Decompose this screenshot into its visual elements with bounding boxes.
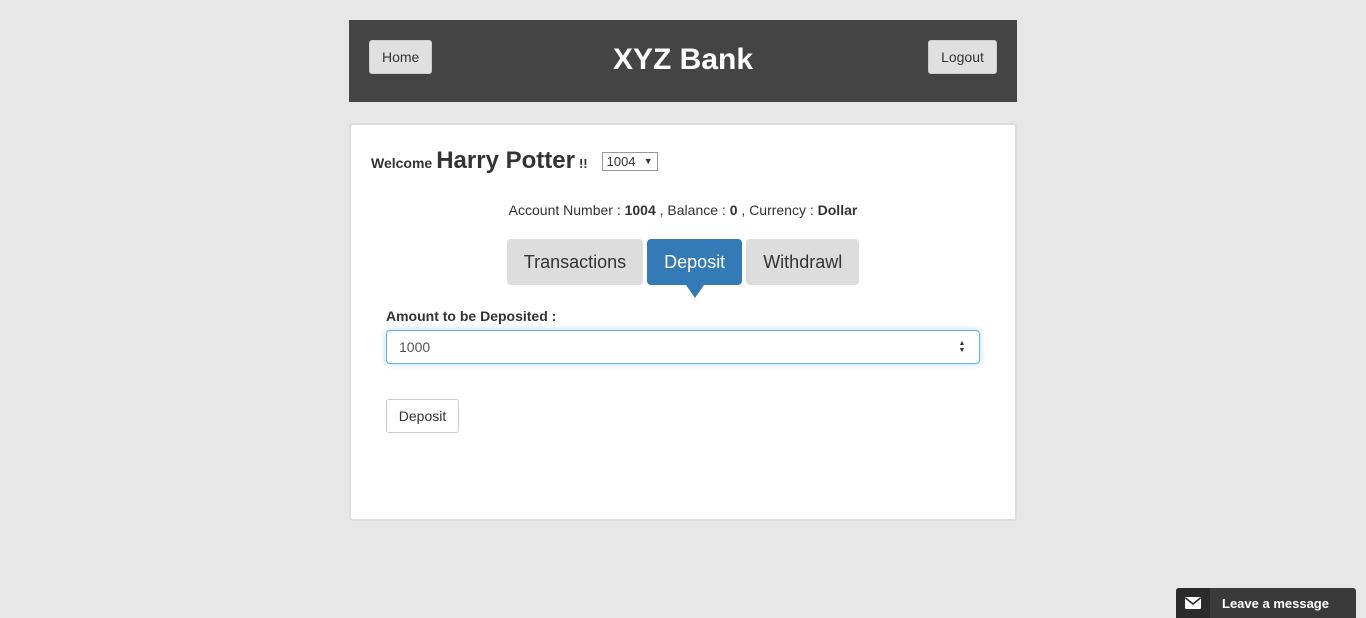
logout-button[interactable]: Logout <box>928 40 997 74</box>
welcome-label: Welcome <box>371 155 433 171</box>
deposit-submit-button[interactable]: Deposit <box>386 399 459 433</box>
account-number-label: Account Number : <box>508 202 621 218</box>
tab-deposit[interactable]: Deposit <box>647 239 743 298</box>
number-spinner-icon[interactable]: ▲ ▼ <box>957 340 967 354</box>
action-tabs: Transactions Deposit Withdrawl <box>351 239 1015 298</box>
app-header: Home XYZ Bank Logout <box>349 20 1017 102</box>
envelope-icon <box>1176 588 1210 618</box>
balance-value: 0 <box>729 202 738 218</box>
currency-value: Dollar <box>817 202 858 218</box>
welcome-exclaim: !! <box>578 156 588 171</box>
amount-input[interactable]: 1000 ▲ ▼ <box>386 330 980 364</box>
welcome-row: Welcome Harry Potter !! 1004 ▼ <box>371 147 658 175</box>
leave-message-label: Leave a message <box>1222 595 1329 611</box>
chevron-down-icon: ▼ <box>643 156 653 166</box>
amount-input-value: 1000 <box>399 339 431 355</box>
leave-message-widget[interactable]: Leave a message <box>1176 588 1356 618</box>
customer-name: Harry Potter <box>436 147 575 174</box>
account-select[interactable]: 1004 ▼ <box>601 152 658 171</box>
tab-transactions[interactable]: Transactions <box>506 239 644 285</box>
account-number: 1004 <box>624 202 656 218</box>
balance-label: , Balance : <box>659 202 726 218</box>
account-info: Account Number : 1004 , Balance : 0 , Cu… <box>351 202 1015 218</box>
account-select-value: 1004 <box>606 154 636 169</box>
account-panel: Welcome Harry Potter !! 1004 ▼ Account N… <box>349 123 1017 521</box>
bank-title: XYZ Bank <box>612 43 754 76</box>
currency-label: , Currency : <box>741 202 814 218</box>
amount-label: Amount to be Deposited : <box>386 308 557 324</box>
tab-withdrawl[interactable]: Withdrawl <box>746 239 860 285</box>
